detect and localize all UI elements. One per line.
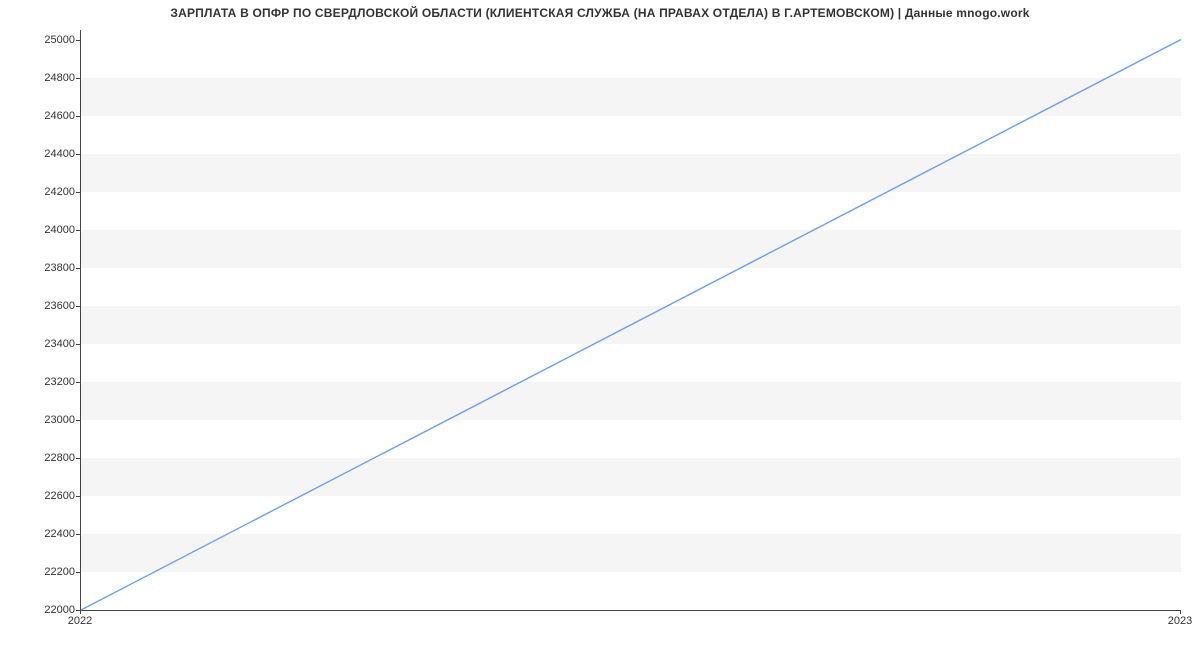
y-tick-mark <box>76 496 80 497</box>
y-tick-label: 23000 <box>44 414 75 426</box>
x-tick-label: 2022 <box>68 615 92 627</box>
y-tick-label: 23600 <box>44 300 75 312</box>
y-tick-label: 22600 <box>44 490 75 502</box>
data-line <box>81 40 1181 610</box>
y-tick-mark <box>76 230 80 231</box>
line-series <box>81 30 1181 610</box>
y-tick-mark <box>76 154 80 155</box>
y-tick-mark <box>76 78 80 79</box>
y-tick-mark <box>76 344 80 345</box>
x-tick-label: 2023 <box>1168 615 1192 627</box>
y-tick-label: 24400 <box>44 148 75 160</box>
y-tick-label: 24200 <box>44 186 75 198</box>
y-tick-label: 24000 <box>44 224 75 236</box>
y-tick-mark <box>76 572 80 573</box>
y-tick-mark <box>76 40 80 41</box>
y-tick-label: 22400 <box>44 528 75 540</box>
y-tick-label: 23400 <box>44 338 75 350</box>
y-tick-label: 24800 <box>44 72 75 84</box>
y-tick-mark <box>76 192 80 193</box>
chart-title: ЗАРПЛАТА В ОПФР ПО СВЕРДЛОВСКОЙ ОБЛАСТИ … <box>0 6 1200 20</box>
y-tick-label: 25000 <box>44 34 75 46</box>
y-tick-label: 24600 <box>44 110 75 122</box>
y-tick-label: 22800 <box>44 452 75 464</box>
y-tick-label: 23800 <box>44 262 75 274</box>
y-tick-mark <box>76 268 80 269</box>
x-tick-mark <box>1180 610 1181 614</box>
y-tick-mark <box>76 458 80 459</box>
x-tick-mark <box>80 610 81 614</box>
plot-area <box>80 30 1181 611</box>
y-tick-label: 23200 <box>44 376 75 388</box>
y-tick-mark <box>76 420 80 421</box>
chart-container: ЗАРПЛАТА В ОПФР ПО СВЕРДЛОВСКОЙ ОБЛАСТИ … <box>0 0 1200 650</box>
y-tick-label: 22200 <box>44 566 75 578</box>
y-tick-mark <box>76 534 80 535</box>
y-tick-mark <box>76 382 80 383</box>
y-tick-mark <box>76 116 80 117</box>
y-tick-mark <box>76 306 80 307</box>
